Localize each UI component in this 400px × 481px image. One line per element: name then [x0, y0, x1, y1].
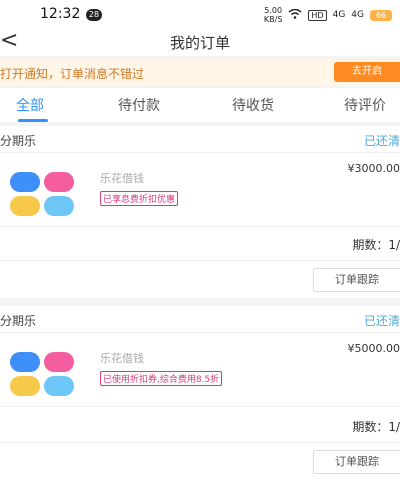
tab-all[interactable]: 全部	[16, 95, 44, 115]
order-card-header: 分期乐 已还清	[0, 126, 400, 153]
order-track-button[interactable]: 订单跟踪	[313, 450, 400, 474]
promo-tag: 已享息费折扣优惠	[100, 191, 179, 206]
page-title: 我的订单	[169, 34, 230, 52]
status-bar: 12:32 28 5.00 KB/S HD 4G 4G 66	[0, 0, 400, 30]
installments-info: 期数：1/	[352, 420, 400, 434]
order-price: ¥5000.00	[347, 342, 400, 355]
status-icons: 5.00 KB/S HD 4G 4G 66	[264, 6, 392, 24]
order-status: 已还清	[363, 314, 400, 328]
divider	[0, 406, 400, 407]
nav-bar: < 我的订单	[0, 28, 400, 56]
battery-icon: 66	[370, 9, 392, 21]
order-card-header: 分期乐 已还清	[0, 306, 400, 333]
divider	[0, 442, 400, 443]
hd-icon: HD	[308, 9, 327, 21]
tab-active-indicator	[18, 119, 48, 122]
order-card[interactable]: 分期乐 已还清 乐花借钱 已享息费折扣优惠 ¥3000.00 期数：1/ 订单跟…	[0, 126, 400, 298]
promo-tag: 已使用折扣券,综合费用8.5折	[100, 371, 223, 386]
enable-notification-button[interactable]: 去开启	[334, 62, 400, 82]
tab-pending-payment[interactable]: 待付款	[118, 95, 160, 115]
tab-pending-review[interactable]: 待评价	[344, 95, 386, 115]
order-status: 已还清	[363, 134, 400, 148]
divider	[0, 226, 400, 227]
store-name: 分期乐	[0, 134, 37, 148]
product-name: 乐花借钱	[100, 172, 144, 185]
product-logo-icon	[10, 172, 78, 218]
divider	[0, 260, 400, 261]
signal-4g-icon-2: 4G	[351, 10, 364, 20]
tab-pending-receipt[interactable]: 待收货	[232, 95, 274, 115]
product-logo-icon	[10, 352, 78, 398]
signal-4g-icon: 4G	[332, 10, 346, 20]
order-card[interactable]: 分期乐 已还清 乐花借钱 已使用折扣券,综合费用8.5折 ¥5000.00 期数…	[0, 306, 400, 481]
network-speed: 5.00 KB/S	[264, 6, 283, 24]
status-time: 12:32	[40, 6, 81, 22]
order-tabs: 全部 待付款 待收货 待评价	[0, 88, 400, 122]
order-price: ¥3000.00	[347, 162, 400, 175]
store-name: 分期乐	[0, 314, 37, 328]
product-name: 乐花借钱	[100, 352, 144, 365]
notification-banner-text: 打开通知，订单消息不错过	[0, 67, 145, 81]
network-speed-unit: KB/S	[263, 15, 283, 24]
notification-count-badge: 28	[86, 9, 102, 21]
installments-info: 期数：1/	[352, 238, 400, 252]
notification-banner: 打开通知，订单消息不错过 去开启	[0, 60, 400, 86]
order-track-button[interactable]: 订单跟踪	[313, 268, 400, 292]
wifi-icon	[288, 8, 302, 22]
network-speed-value: 5.00	[264, 6, 283, 15]
